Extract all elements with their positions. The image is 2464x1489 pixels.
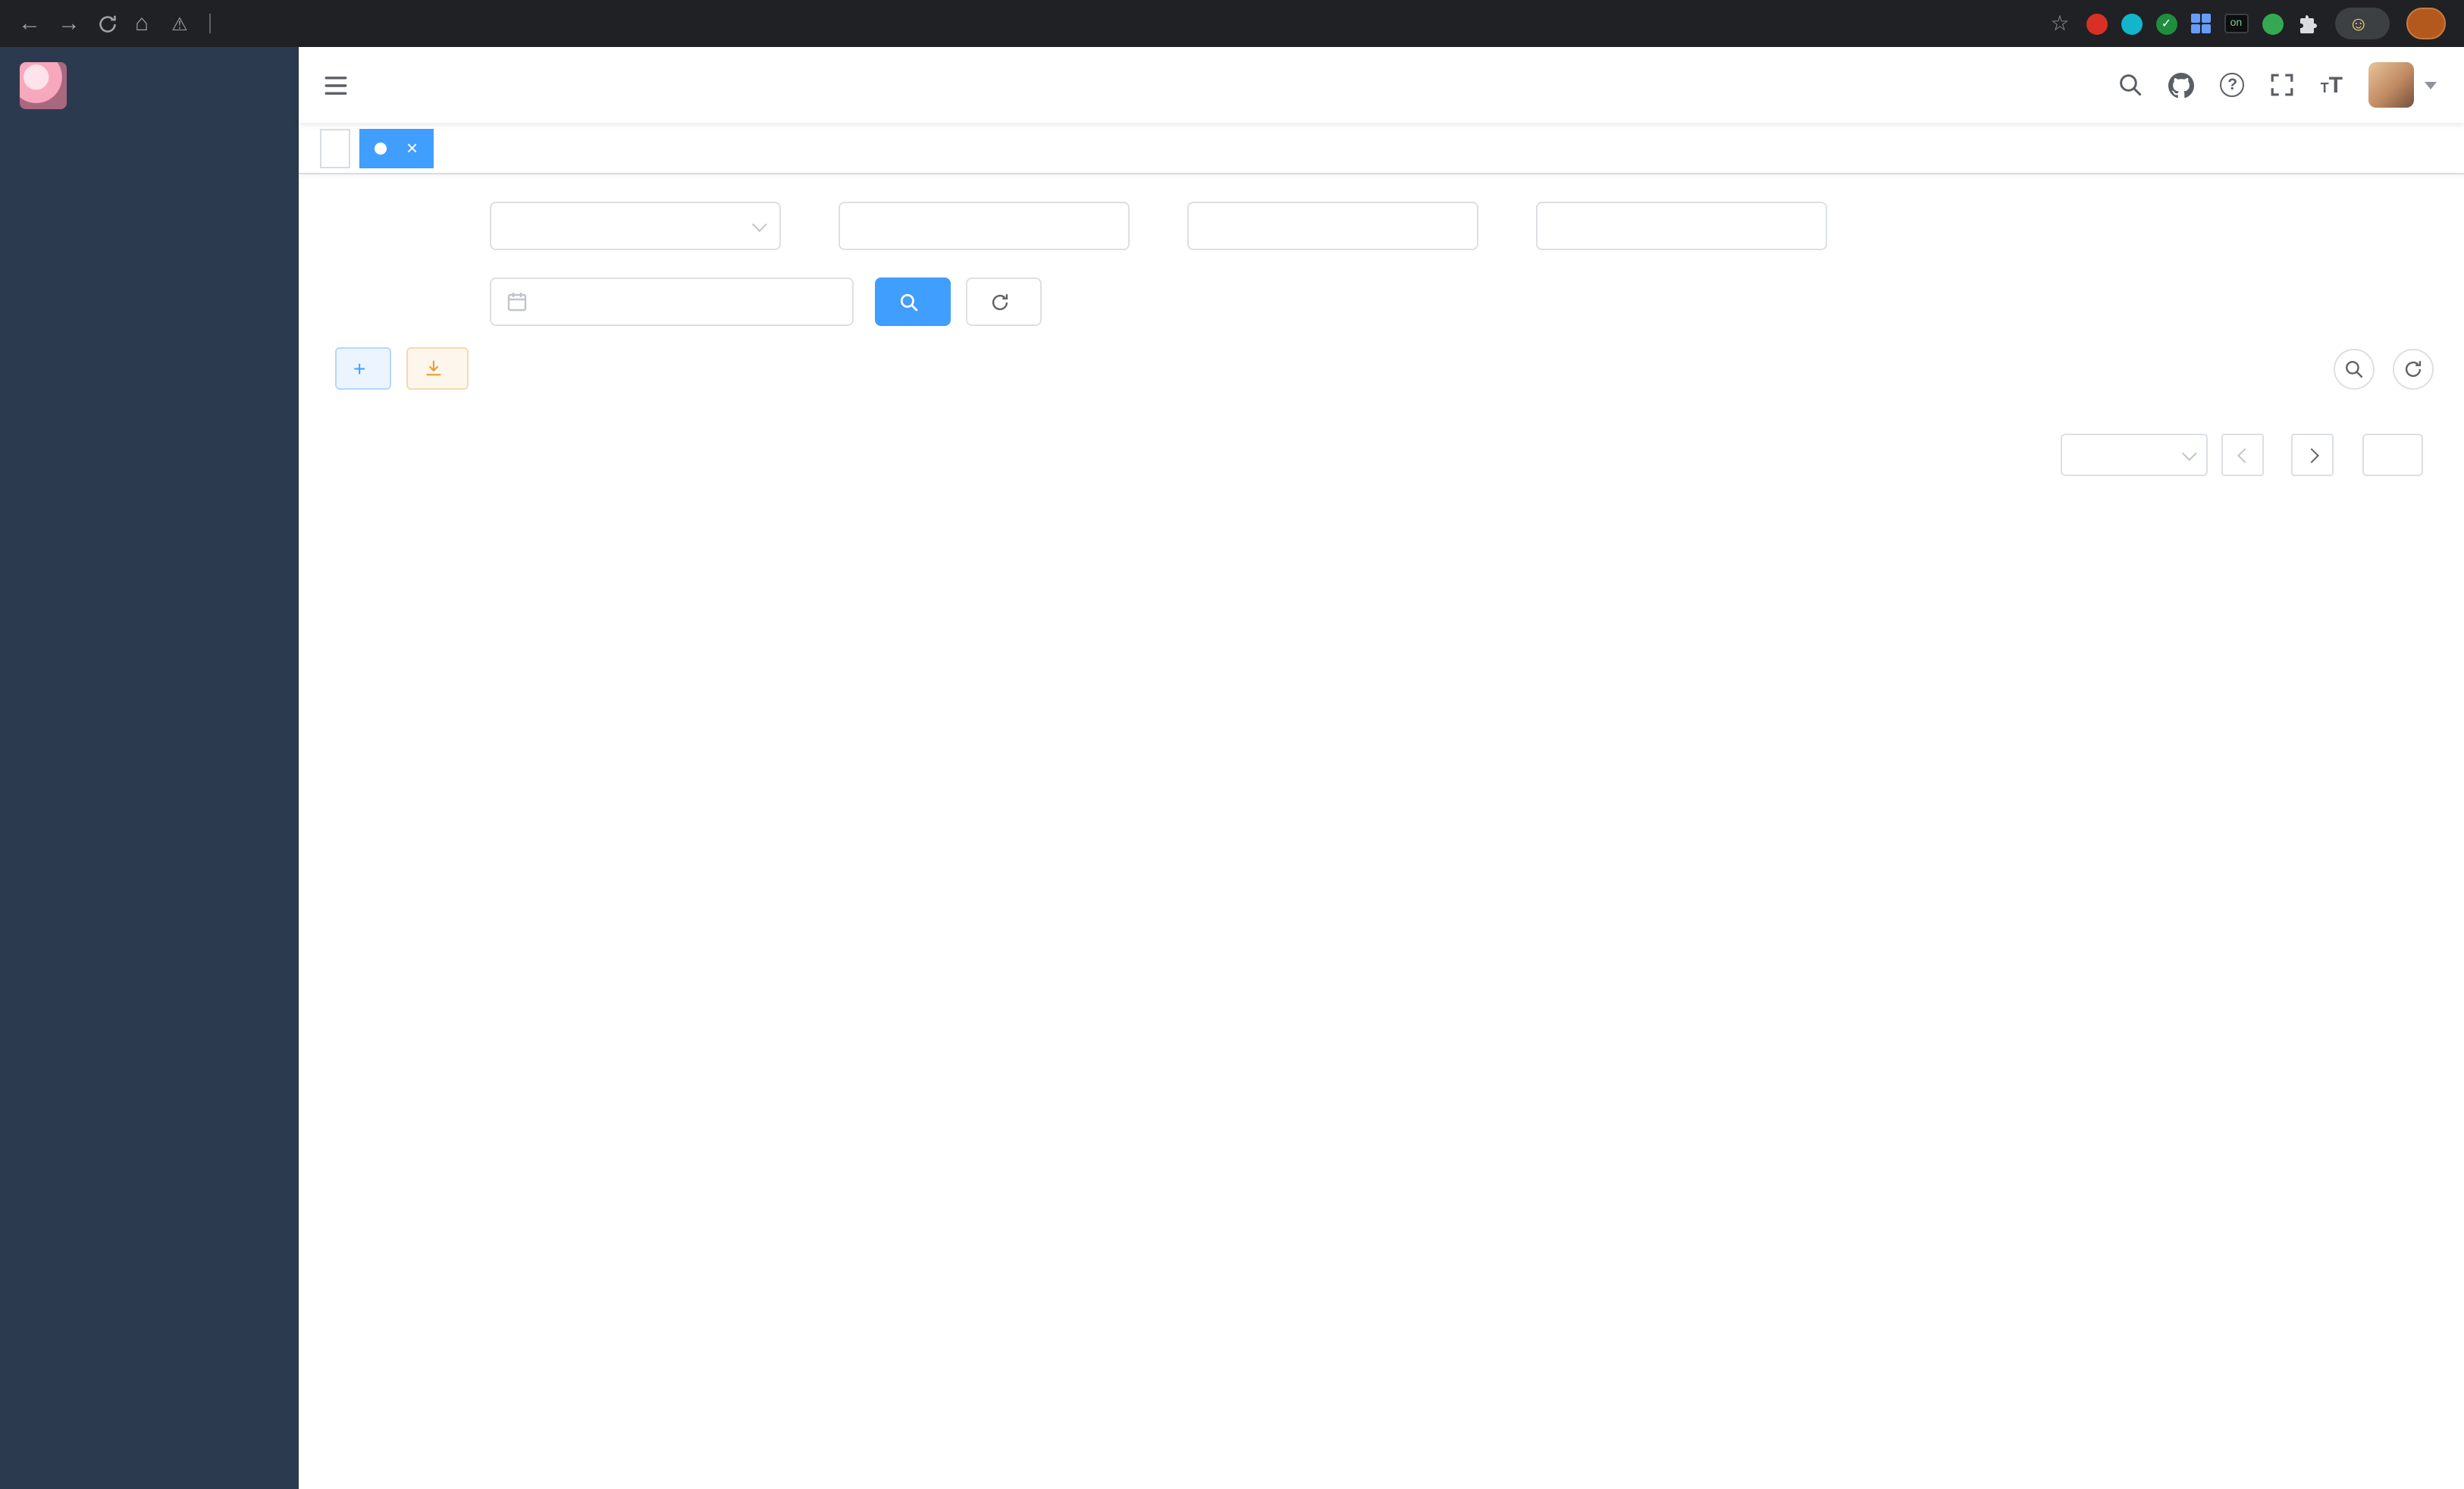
table-toolbar: + [335, 347, 2434, 390]
main-area: ? TT × [299, 47, 2464, 1489]
chevron-down-icon [2182, 445, 2197, 460]
active-dot-icon [375, 142, 387, 154]
refresh-table-button[interactable] [2393, 348, 2434, 389]
home-icon[interactable]: ⌂ [135, 12, 149, 35]
reload-icon[interactable] [97, 13, 118, 34]
user-menu[interactable] [2368, 62, 2437, 108]
filter-row-1 [335, 202, 2434, 250]
error-code-input[interactable] [1187, 202, 1478, 250]
app-name-input[interactable] [839, 202, 1130, 250]
extension-icon-blue-grid[interactable] [2190, 14, 2210, 33]
chevron-down-icon [2425, 81, 2437, 89]
paused-badge[interactable]: ☺ [2334, 8, 2390, 39]
tags-view-bar: × [299, 123, 2464, 174]
logo-avatar [20, 61, 67, 108]
hamburger-icon[interactable] [323, 72, 349, 98]
plus-icon: + [353, 358, 365, 379]
date-range-picker[interactable] [490, 277, 854, 326]
goto-page-input[interactable] [2362, 434, 2423, 476]
navbar-actions: ? TT [2119, 62, 2437, 108]
smiley-icon: ☺ [2348, 14, 2368, 33]
filter-error-hint [1518, 202, 1827, 250]
search-button[interactable] [875, 277, 951, 326]
pagination [335, 434, 2434, 476]
filter-row-2 [335, 277, 2434, 326]
app-logo[interactable] [0, 47, 299, 123]
page-size-select[interactable] [2061, 434, 2208, 476]
back-icon[interactable]: ← [18, 12, 41, 35]
screen: ← → ⌂ ⚠ ☆ ✓ on ☺ [0, 0, 2464, 1489]
tab-home[interactable] [320, 128, 350, 168]
extension-icon-on-switch[interactable]: on [2224, 14, 2248, 33]
extension-icon-green[interactable] [2262, 13, 2283, 34]
update-button[interactable] [2406, 8, 2446, 39]
github-icon[interactable] [2169, 72, 2195, 98]
sidebar-menu [0, 123, 299, 1489]
address-bar[interactable]: ⚠ [171, 13, 221, 34]
browser-toolbar: ← → ⌂ ⚠ ☆ ✓ on ☺ [0, 0, 2464, 47]
filter-created-time [335, 277, 854, 326]
export-button[interactable] [406, 347, 469, 390]
toggle-search-button[interactable] [2334, 348, 2375, 389]
help-icon[interactable]: ? [2221, 73, 2245, 97]
font-size-icon[interactable]: TT [2321, 74, 2343, 96]
forward-icon[interactable]: → [58, 12, 80, 35]
extension-icon-teal[interactable] [2121, 13, 2142, 34]
header-search-icon[interactable] [2119, 73, 2143, 97]
bookmark-star-icon[interactable]: ☆ [2050, 11, 2069, 36]
extension-icon-green-check[interactable]: ✓ [2155, 13, 2177, 34]
fullscreen-icon[interactable] [2271, 73, 2295, 97]
extension-icon-red[interactable] [2086, 13, 2107, 34]
error-hint-input[interactable] [1536, 202, 1827, 250]
refresh-icon [990, 292, 1010, 312]
search-icon [899, 292, 919, 312]
filter-app-name [820, 202, 1130, 250]
avatar [2368, 62, 2414, 108]
extensions-puzzle-icon[interactable] [2296, 13, 2318, 34]
warning-icon: ⚠ [171, 13, 188, 34]
error-type-select[interactable] [490, 202, 781, 250]
filter-error-code [1169, 202, 1478, 250]
chevron-down-icon [752, 216, 767, 231]
next-page-button[interactable] [2291, 434, 2334, 476]
top-navbar: ? TT [299, 47, 2464, 123]
add-button[interactable]: + [335, 347, 391, 390]
filter-error-type [335, 202, 781, 250]
page-content: + [299, 174, 2464, 1489]
tab-error-code[interactable]: × [359, 128, 433, 168]
close-icon[interactable]: × [406, 138, 418, 158]
prev-page-button[interactable] [2221, 434, 2264, 476]
reset-button[interactable] [966, 277, 1042, 326]
divider [209, 14, 211, 33]
extension-icons: ✓ on [2086, 13, 2318, 34]
calendar-icon [506, 291, 528, 312]
pagination-goto [2352, 434, 2434, 476]
download-icon [425, 359, 443, 378]
sidebar [0, 47, 299, 1489]
